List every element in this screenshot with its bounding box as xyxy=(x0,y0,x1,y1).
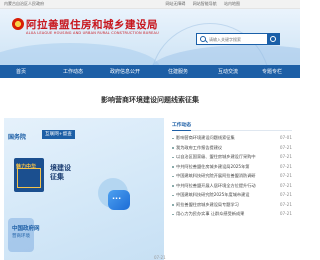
bullet-icon xyxy=(172,166,174,168)
nav-item-interaction[interactable]: 互动交流 xyxy=(218,68,238,75)
list-item-date: 07-21 xyxy=(279,192,292,197)
list-item-title[interactable]: 影响营商环境建设问题线索征集 xyxy=(176,135,274,141)
promo-council-tag: 国务院 xyxy=(8,134,27,141)
news-list: 影响营商环境建设问题线索征集 07-01 我为政府工作报告提建议 07-21 以自治… xyxy=(172,134,292,220)
list-item[interactable]: 我为政府工作报告提建议 07-21 xyxy=(172,144,292,154)
header-banner: 阿拉善盟住房和城乡建设局 ALXA LEAGUE HOUSING AND URB… xyxy=(0,9,300,65)
news-panel: 工作动态 影响营商环境建设问题线索征集 07-01 我为政府工作报告提建议 07-2… xyxy=(172,121,292,220)
news-panel-title[interactable]: 工作动态 xyxy=(172,121,192,131)
list-item[interactable]: 中国建筑科技研究院2025年度城市建设 07-21 xyxy=(172,191,292,201)
list-item-title[interactable]: 中共阿拉善盟住房城乡建设局2025年第 xyxy=(176,164,274,170)
bullet-icon xyxy=(172,213,174,215)
top-bar: 内蒙古自治区人民政府 网站无障碍 网站智能导航 站内地图 xyxy=(0,0,300,9)
main-nav: 首页 工作动态 政府信息公开 住建服务 互动交流 专题专栏 xyxy=(0,65,300,78)
list-item-title[interactable]: 中共阿拉善盟开展人居环境全方位提升行动 xyxy=(176,183,274,189)
promo-app-sub: 营商环境 xyxy=(12,234,30,239)
accessibility-link[interactable]: 网站无障碍 xyxy=(165,1,185,6)
list-item-date: 07-21 xyxy=(279,163,292,169)
list-item-title[interactable]: 阿拉善盟住房城乡建设局专题学习 xyxy=(176,202,274,208)
promo-headline: 境建设 征集 xyxy=(50,164,71,182)
list-item-date: 07-21 xyxy=(279,154,292,159)
bullet-icon xyxy=(172,204,174,206)
news-panel-header: 工作动态 xyxy=(172,121,292,131)
bullet-icon xyxy=(172,156,174,158)
bottom-date: 07-21 xyxy=(154,255,166,260)
list-item[interactable]: 影响营商环境建设问题线索征集 07-01 xyxy=(172,134,292,144)
list-item[interactable]: 用心力为民办实事 让群众感受新成果 07-21 xyxy=(172,210,292,220)
search-input[interactable] xyxy=(209,35,265,44)
promo-headline-line: 征集 xyxy=(50,173,64,181)
chat-bubble-icon xyxy=(108,190,130,210)
site-title[interactable]: 阿拉善盟住房和城乡建设局 xyxy=(26,17,158,32)
bullet-icon xyxy=(172,137,174,139)
page-title: 影响营商环境建设问题线索征集 xyxy=(101,96,199,104)
list-item-date: 07-21 xyxy=(279,201,292,207)
list-item-date: 07-01 xyxy=(279,135,292,140)
smart-nav-link[interactable]: 网站智能导航 xyxy=(193,1,217,6)
nav-item-gov-info[interactable]: 政府信息公开 xyxy=(110,68,140,75)
nav-item-home[interactable]: 首页 xyxy=(16,68,26,75)
nav-item-special-topics[interactable]: 专题专栏 xyxy=(262,68,282,75)
list-item[interactable]: 以自治区国家级、盟住房城乡建设厅采购中 07-21 xyxy=(172,153,292,163)
list-item[interactable]: 阿拉善盟住房城乡建设局专题学习 07-21 xyxy=(172,201,292,211)
bullet-icon xyxy=(172,147,174,149)
list-item[interactable]: 中国建筑科技研究院开展阿拉善盟消防调研 07-21 xyxy=(172,172,292,182)
banner-hill xyxy=(0,43,160,65)
promo-card-frame xyxy=(17,168,41,188)
promo-app-tag: 中国政府网 xyxy=(12,226,40,232)
list-item-title[interactable]: 以自治区国家级、盟住房城乡建设厅采购中 xyxy=(176,154,274,160)
promo-headline-line: 境建设 xyxy=(50,164,71,172)
bullet-icon xyxy=(172,185,174,187)
emblem-icon xyxy=(12,18,24,30)
promo-banner[interactable]: 国务院 互联网+督查 魅力中华 境建设 征集 中国政府网 营商环境 xyxy=(4,118,164,260)
nav-item-services[interactable]: 住建服务 xyxy=(168,68,188,75)
gov-link[interactable]: 内蒙古自治区人民政府 xyxy=(4,1,44,7)
list-item-date: 07-21 xyxy=(279,173,292,178)
list-item-date: 07-21 xyxy=(279,182,292,188)
bullet-icon xyxy=(172,194,174,196)
list-item-title[interactable]: 用心力为民办实事 让群众感受新成果 xyxy=(176,211,274,217)
site-subtitle: ALXA LEAGUE HOUSING AND URBAN RURAL CONS… xyxy=(26,31,159,35)
list-item-title[interactable]: 中国建筑科技研究院开展阿拉善盟消防调研 xyxy=(176,173,274,179)
nav-item-work-news[interactable]: 工作动态 xyxy=(63,68,83,75)
search-icon xyxy=(200,36,206,42)
list-item[interactable]: 中共阿拉善盟开展人居环境全方位提升行动 07-21 xyxy=(172,182,292,192)
top-links: 网站无障碍 网站智能导航 站内地图 xyxy=(159,1,240,7)
bullet-icon xyxy=(172,175,174,177)
search-button[interactable] xyxy=(267,34,279,44)
sitemap-link[interactable]: 站内地图 xyxy=(224,1,240,6)
list-item-title[interactable]: 我为政府工作报告提建议 xyxy=(176,145,274,151)
promo-council-badge: 互联网+督查 xyxy=(42,130,75,139)
list-item-title[interactable]: 中国建筑科技研究院2025年度城市建设 xyxy=(176,192,274,198)
promo-card-text: 魅力中华 xyxy=(16,164,37,170)
search-box xyxy=(196,33,280,45)
list-item-date: 07-21 xyxy=(279,211,292,216)
list-item-date: 07-21 xyxy=(279,144,292,150)
list-item[interactable]: 中共阿拉善盟住房城乡建设局2025年第 07-21 xyxy=(172,163,292,173)
